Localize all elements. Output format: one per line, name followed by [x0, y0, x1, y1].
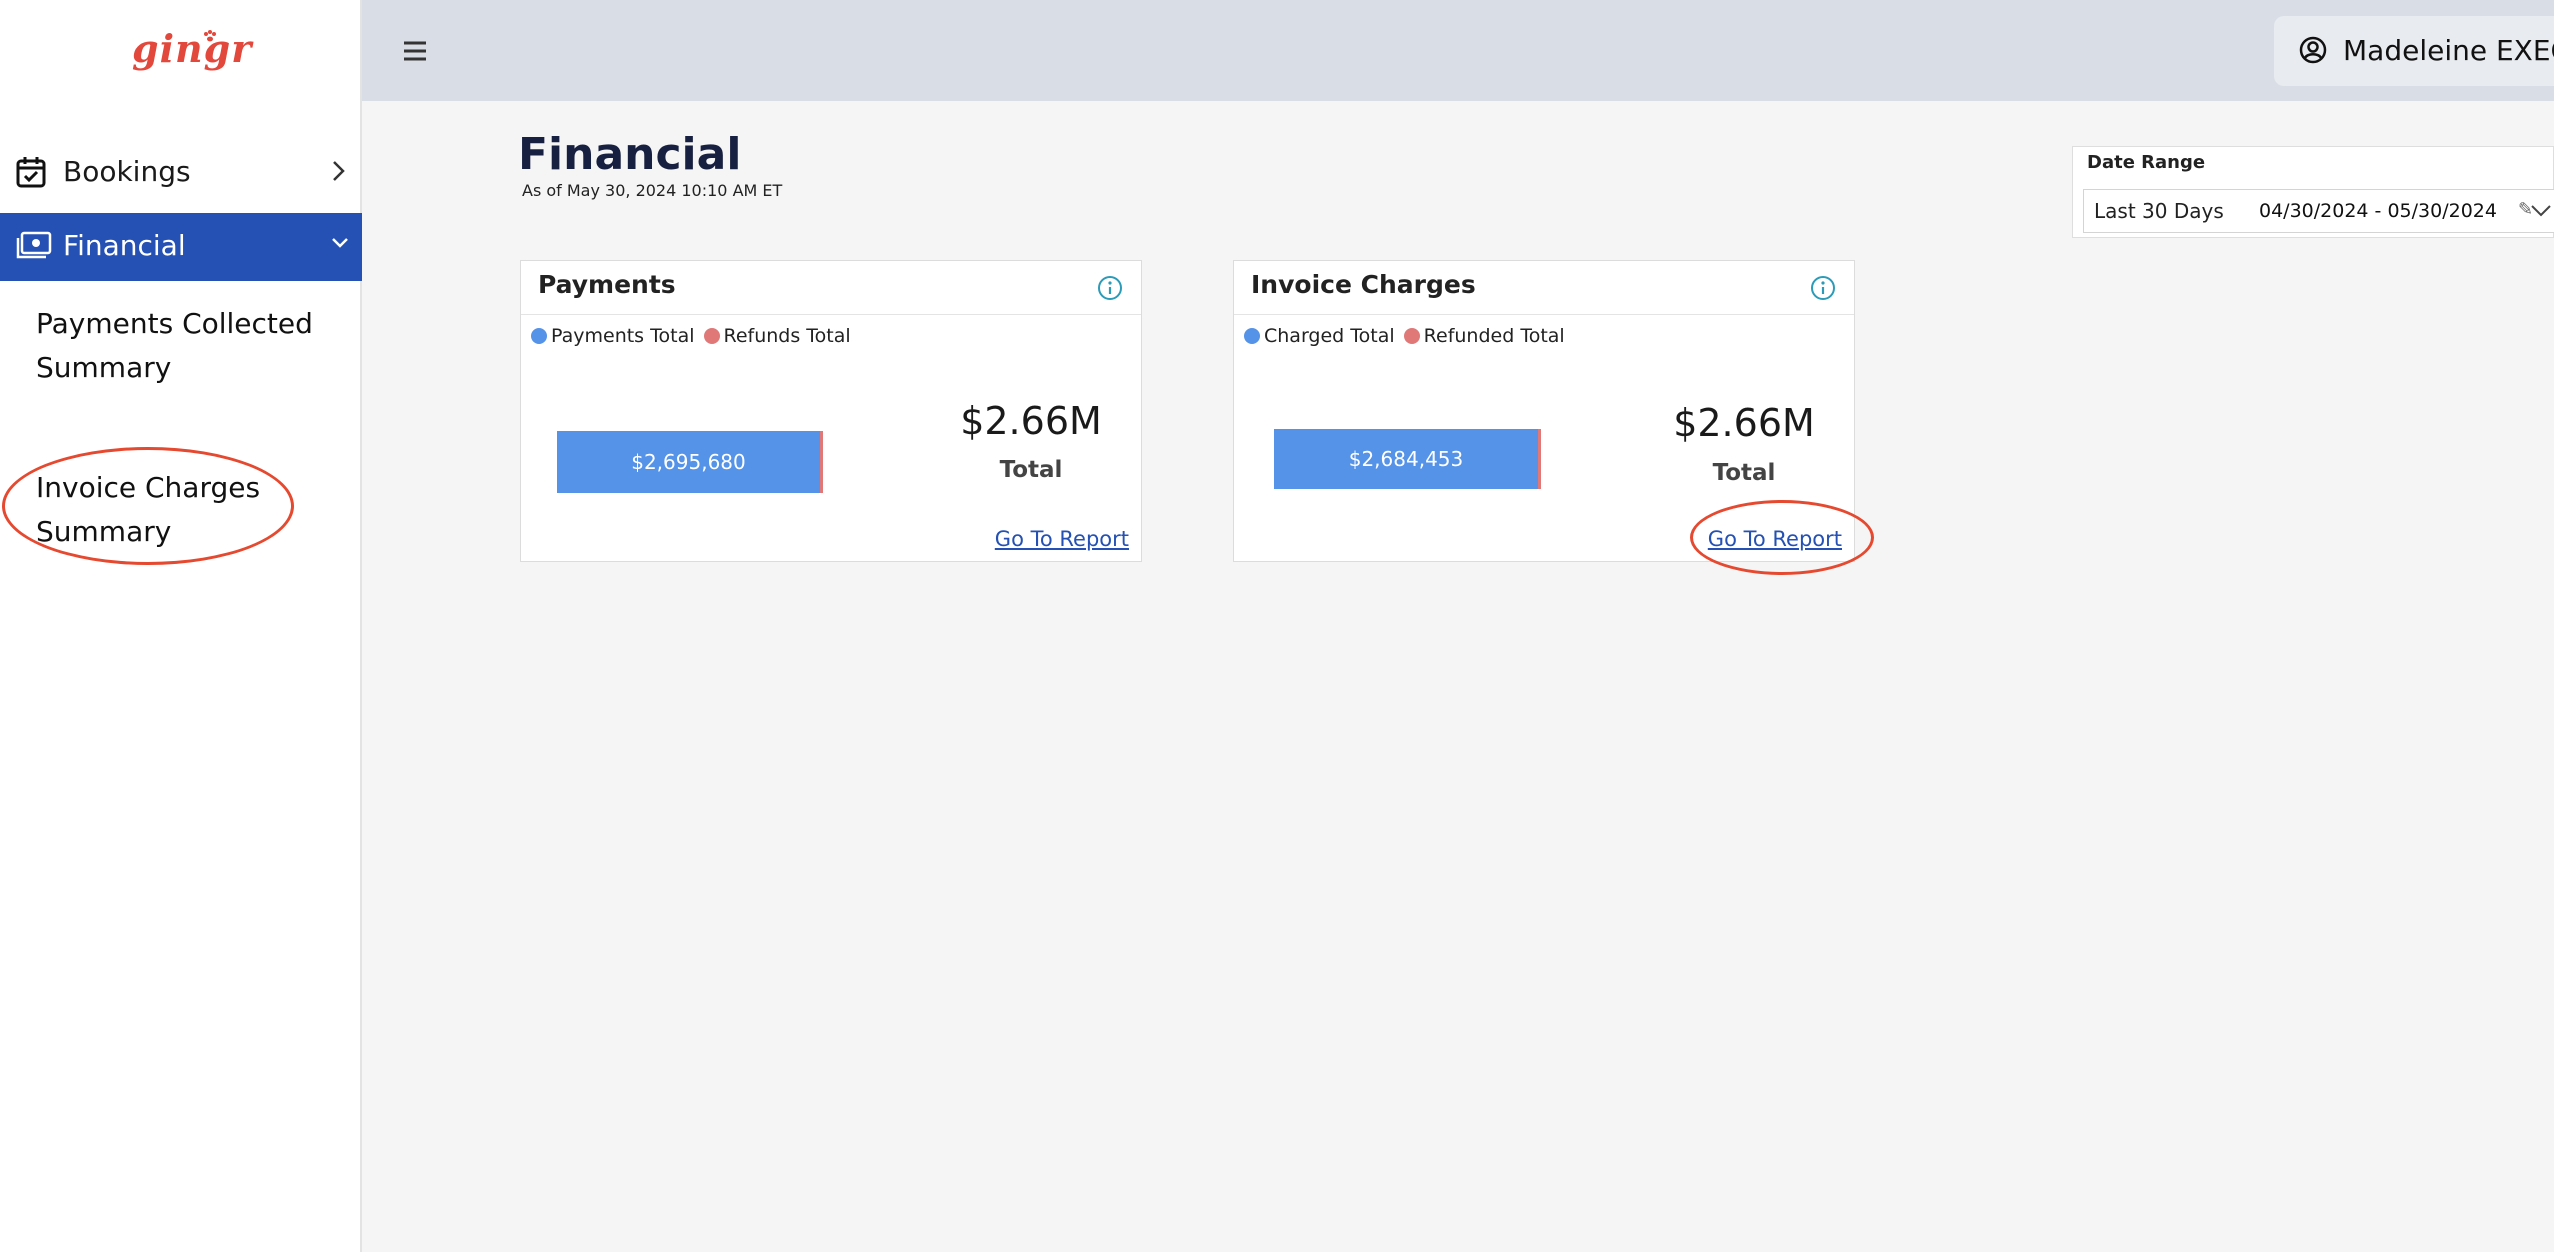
legend-dot [531, 328, 547, 344]
chevron-down-icon [2530, 204, 2552, 218]
legend-dot [703, 328, 720, 344]
sidebar-subitem-payments-collected-summary[interactable]: Payments Collected Summary [36, 302, 316, 390]
date-range-label: Date Range [2087, 152, 2206, 173]
total-amount: $2.66M [1673, 401, 1815, 445]
legend-label: Payments Total [551, 325, 695, 347]
bar-data-label: $2,684,453 [1348, 447, 1464, 471]
go-to-report-link[interactable]: Go To Report [995, 527, 1129, 551]
money-icon [16, 230, 52, 260]
sidebar-item-financial[interactable]: Financial [0, 213, 362, 281]
date-range-select[interactable]: Last 30 Days 04/30/2024 - 05/30/2024 ✎ [2083, 189, 2554, 233]
legend-label: Charged Total [1264, 325, 1395, 347]
user-menu-button[interactable]: Madeleine EXEC I [2274, 16, 2554, 86]
card-header: Payments [521, 261, 1141, 315]
legend-item-charged-total[interactable]: Charged Total [1244, 325, 1395, 347]
date-range-preset: Last 30 Days [2094, 199, 2224, 223]
hamburger-menu-icon[interactable] [402, 40, 428, 62]
payments-card: Payments Payments Total Refunds Total $2… [520, 260, 1142, 562]
card-title: Payments [538, 270, 676, 299]
legend-item-refunded-total[interactable]: Refunded Total [1403, 325, 1565, 347]
legend-item-refunds-total[interactable]: Refunds Total [703, 325, 851, 347]
calendar-check-icon [16, 156, 46, 188]
card-header: Invoice Charges [1234, 261, 1854, 315]
sidebar-item-label: Bookings [63, 155, 191, 188]
refunded-total-bar[interactable] [1538, 429, 1541, 489]
invoice-bar-chart: $2,684,453 [1274, 429, 1541, 491]
chevron-right-icon [330, 159, 346, 183]
chart-legend: Payments Total Refunds Total [531, 325, 860, 347]
date-range-filter: Date Range Last 30 Days 04/30/2024 - 05/… [2072, 146, 2554, 238]
payments-bar-chart: $2,695,680 [557, 431, 823, 493]
date-range-value: 04/30/2024 - 05/30/2024 [2259, 200, 2497, 222]
page-title: Financial [518, 129, 742, 180]
top-bar [362, 0, 2554, 101]
total-label: Total [999, 457, 1063, 483]
bar-data-label: $2,695,680 [631, 450, 746, 474]
legend-label: Refunded Total [1423, 325, 1565, 347]
payments-total-bar[interactable]: $2,695,680 [557, 431, 820, 493]
legend-dot [1244, 328, 1260, 344]
legend-label: Refunds Total [723, 325, 851, 347]
chevron-down-icon [330, 233, 350, 253]
charged-total-bar[interactable]: $2,684,453 [1274, 429, 1538, 489]
user-avatar-icon [2298, 35, 2328, 65]
refunds-total-bar[interactable] [820, 431, 823, 493]
sidebar-item-label: Financial [63, 229, 186, 262]
page-subtitle: As of May 30, 2024 10:10 AM ET [522, 181, 783, 200]
card-title: Invoice Charges [1251, 270, 1476, 299]
total-amount: $2.66M [960, 399, 1102, 443]
chart-legend: Charged Total Refunded Total [1244, 325, 1574, 347]
total-label: Total [1712, 460, 1776, 486]
paw-icon [203, 30, 217, 42]
legend-item-payments-total[interactable]: Payments Total [531, 325, 695, 347]
info-icon[interactable] [1810, 275, 1836, 301]
user-name: Madeleine EXEC I [2343, 34, 2554, 67]
legend-dot [1403, 328, 1420, 344]
info-icon[interactable] [1097, 275, 1123, 301]
sidebar-item-bookings[interactable]: Bookings [0, 139, 362, 207]
annotation-ellipse [2, 447, 294, 565]
gingr-logo[interactable]: gingr [132, 26, 252, 71]
annotation-ellipse [1690, 500, 1874, 575]
